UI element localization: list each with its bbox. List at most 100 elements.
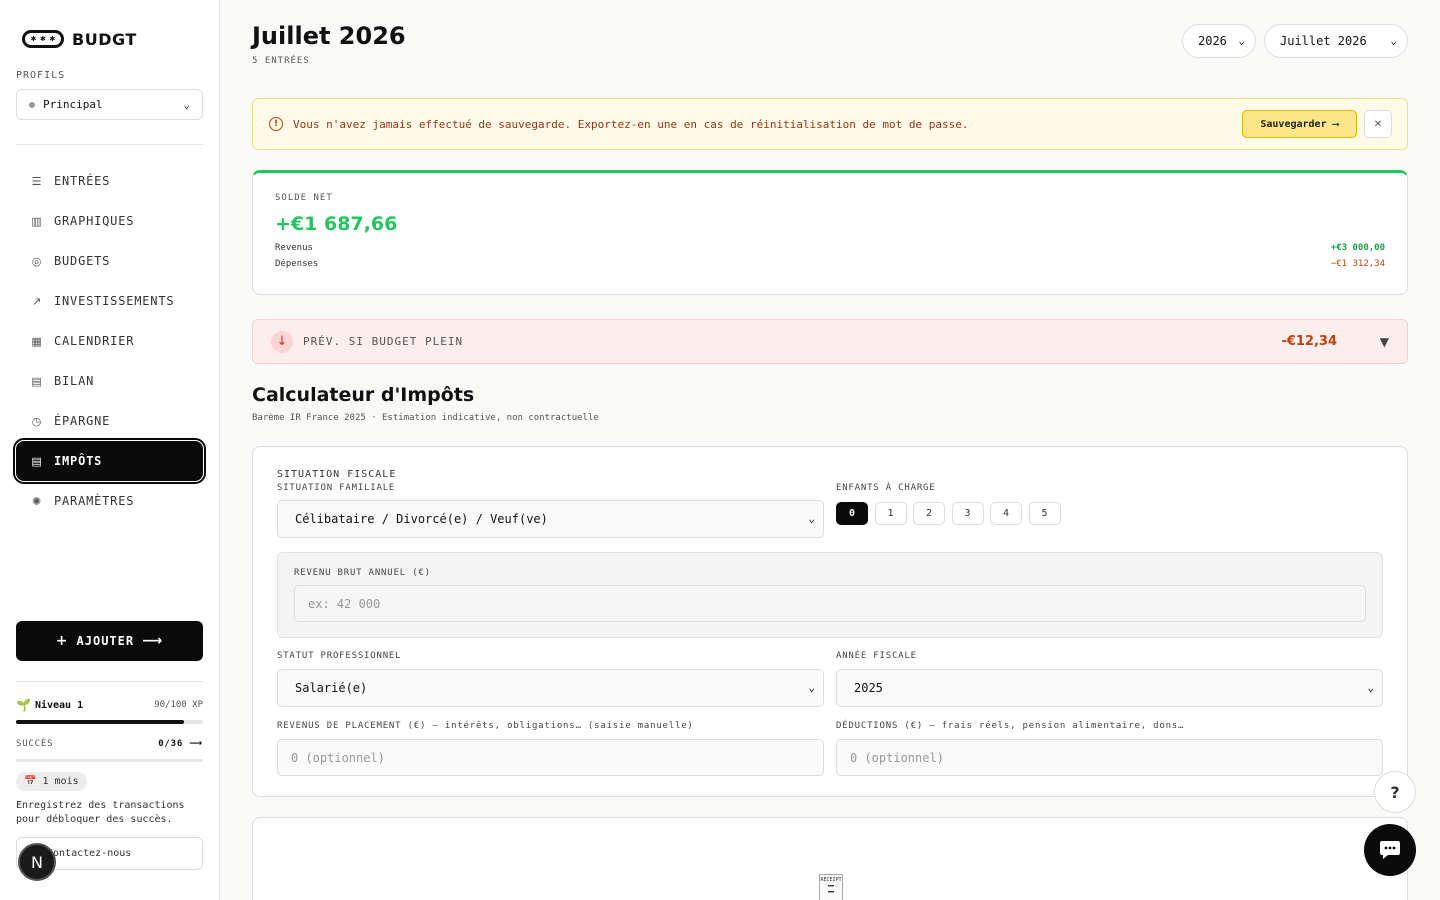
net-balance-card: SOLDE NET +€1 687,66 Revenus +€3 000,00 … — [252, 170, 1408, 295]
main-nav: ☰ ENTRÉES ▥ GRAPHIQUES ◎ BUDGETS ↗ INVESTISSEME… — [13, 161, 206, 521]
warning-icon: ! — [269, 117, 283, 131]
streak-badge: 📅 1 mois — [16, 772, 87, 791]
sidebar-item-label: INVESTISSEMENTS — [54, 294, 175, 308]
tax-calculator-card: SITUATION FISCALE SITUATION FAMILIALE Cé… — [252, 446, 1408, 797]
forecast-label: PRÉV. SI BUDGET PLEIN — [303, 335, 464, 348]
xp-label: 90/100 XP — [154, 700, 203, 710]
chevron-down-icon: ⌄ — [1367, 681, 1374, 694]
receipt-icon: RECEIPT ▬▬ ▬▬ — [819, 874, 843, 900]
income-input[interactable]: ex: 42 000 — [294, 585, 1366, 622]
sidebar-item-label: IMPÔTS — [54, 454, 103, 468]
sidebar-item-0[interactable]: ☰ ENTRÉES — [16, 161, 203, 201]
chevron-down-icon: ⌄ — [183, 98, 190, 111]
family-label: SITUATION FAMILIALE — [277, 483, 396, 493]
calculator-title: Calculateur d'Impôts — [252, 384, 475, 406]
entries-count: 5 ENTRÉES — [252, 56, 310, 66]
sidebar-item-5[interactable]: ▤ BILAN — [16, 361, 203, 401]
deductions-input[interactable]: 0 (optionnel) — [836, 739, 1383, 776]
list-icon: ☰ — [31, 174, 43, 188]
sidebar-item-label: GRAPHIQUES — [54, 214, 135, 228]
month-select[interactable]: Juillet 2026 ⌄ — [1264, 24, 1408, 58]
sidebar-item-2[interactable]: ◎ BUDGETS — [16, 241, 203, 281]
sidebar-item-4[interactable]: ▦ CALENDRIER — [16, 321, 203, 361]
income-row: Revenus +€3 000,00 — [275, 243, 1385, 253]
children-option[interactable]: 4 — [990, 502, 1022, 525]
status-select[interactable]: Salarié(e) ⌄ — [277, 669, 824, 707]
brand-name: BUDGT — [72, 29, 137, 49]
coin-icon: ◎ — [31, 254, 43, 268]
brand-logo[interactable]: ✱ ✱ ✱ BUDGT — [22, 28, 203, 50]
divider — [16, 144, 203, 145]
success-hint: Enregistrez des transactions pour débloq… — [16, 800, 185, 825]
profiles-label: PROFILS — [16, 70, 66, 81]
sidebar-item-1[interactable]: ▥ GRAPHIQUES — [16, 201, 203, 241]
calendar-icon: ▦ — [31, 334, 43, 348]
sidebar-item-7[interactable]: ▤ IMPÔTS — [13, 438, 206, 484]
success-label: SUCCÈS — [16, 739, 54, 749]
alert-message: Vous n'avez jamais effectué de sauvegard… — [293, 117, 969, 131]
children-option[interactable]: 1 — [874, 502, 907, 525]
close-icon[interactable]: ✕ — [1364, 110, 1392, 138]
logo-icon: ✱ ✱ ✱ — [22, 30, 64, 48]
calendar-emoji-icon: 📅 — [24, 776, 37, 787]
clock-icon: ◷ — [31, 414, 43, 428]
arrow-right-icon: ⟶ — [142, 633, 164, 649]
children-option[interactable]: 2 — [913, 502, 945, 525]
sidebar: ✱ ✱ ✱ BUDGT PROFILS Principal ⌄ ☰ ENTRÉES ▥ G… — [0, 0, 220, 900]
help-button[interactable]: ? — [1374, 771, 1416, 813]
sidebar-item-3[interactable]: ↗ INVESTISSEMENTS — [16, 281, 203, 321]
deductions-label: DÉDUCTIONS (€) — frais réels, pension al… — [836, 721, 1185, 731]
xp-progress-bar — [16, 720, 203, 724]
chat-button[interactable] — [1364, 824, 1416, 876]
main-content: Juillet 2026 5 ENTRÉES 2026 ⌄ Juillet 20… — [252, 0, 1408, 900]
expand-triangle-icon[interactable]: ▼ — [1380, 335, 1389, 349]
chevron-down-icon: ⌄ — [808, 681, 815, 694]
status-label: STATUT PROFESSIONNEL — [277, 651, 402, 661]
bar-chart-icon: ▥ — [31, 214, 43, 228]
sidebar-item-label: BUDGETS — [54, 254, 111, 268]
page-header: Juillet 2026 5 ENTRÉES 2026 ⌄ Juillet 20… — [252, 0, 1408, 98]
income-box: REVENU BRUT ANNUEL (€) ex: 42 000 — [277, 552, 1383, 638]
profile-dot-icon — [29, 101, 35, 108]
fiscal-year-select[interactable]: 2025 ⌄ — [836, 669, 1383, 707]
plus-icon: + — [55, 633, 69, 649]
children-option[interactable]: 3 — [951, 502, 984, 525]
sidebar-item-label: ENTRÉES — [54, 174, 111, 188]
backup-alert: ! Vous n'avez jamais effectué de sauvega… — [252, 98, 1408, 150]
gear-icon: ✺ — [31, 494, 43, 508]
profile-selected: Principal — [43, 98, 103, 111]
framework-badge[interactable]: N — [18, 843, 56, 881]
add-entry-button[interactable]: + AJOUTER ⟶ — [16, 621, 203, 661]
forecast-value: -€12,34 — [1281, 334, 1337, 349]
income-value: +€3 000,00 — [1330, 243, 1385, 253]
sidebar-item-label: PARAMÈTRES — [54, 494, 135, 508]
chevron-down-icon: ⌄ — [808, 512, 815, 525]
year-select[interactable]: 2026 ⌄ — [1182, 24, 1256, 58]
sidebar-item-8[interactable]: ✺ PARAMÈTRES — [16, 481, 203, 521]
investment-income-label: REVENUS DE PLACEMENT (€) — intérêts, obl… — [277, 721, 694, 731]
fiscal-year-label: ANNÉE FISCALE — [836, 651, 917, 661]
arrow-down-icon: ↓ — [271, 330, 293, 353]
success-value: 0/36 ⟶ — [158, 739, 203, 749]
receipt-icon: ▤ — [31, 454, 43, 468]
forecast-bar[interactable]: ↓ PRÉV. SI BUDGET PLEIN -€12,34 ▼ — [252, 319, 1408, 364]
sidebar-item-6[interactable]: ◷ ÉPARGNE — [16, 401, 203, 441]
add-label: AJOUTER — [76, 634, 135, 648]
success-row[interactable]: SUCCÈS 0/36 ⟶ — [16, 739, 203, 749]
net-balance-value: +€1 687,66 — [275, 213, 398, 235]
profile-select[interactable]: Principal ⌄ — [16, 89, 203, 120]
children-option[interactable]: 5 — [1028, 502, 1061, 525]
chevron-down-icon: ⌄ — [1238, 34, 1245, 47]
backup-button[interactable]: Sauvegarder ⟶ — [1242, 110, 1357, 138]
chat-bubble-icon — [1380, 841, 1400, 859]
children-option[interactable]: 0 — [836, 502, 868, 525]
xp-progress-fill — [16, 720, 185, 724]
income-label: REVENU BRUT ANNUEL (€) — [294, 568, 431, 578]
family-select[interactable]: Célibataire / Divorcé(e) / Veuf(ve) ⌄ — [277, 500, 824, 538]
investment-income-input[interactable]: 0 (optionnel) — [277, 739, 824, 776]
section-title: SITUATION FISCALE — [277, 469, 397, 480]
sidebar-item-label: ÉPARGNE — [54, 414, 111, 428]
expense-value: −€1 312,34 — [1330, 259, 1385, 269]
sidebar-item-label: BILAN — [54, 374, 95, 388]
sprout-icon: 🌱 — [16, 698, 31, 712]
